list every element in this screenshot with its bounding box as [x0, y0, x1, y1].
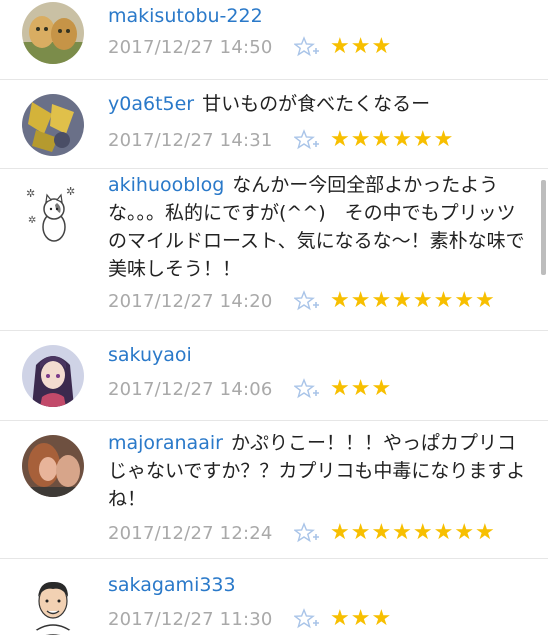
comment-timestamp[interactable]: 2017/12/27 14:20 [108, 291, 273, 312]
scrollbar[interactable] [541, 180, 546, 275]
comment-item: y0a6t5er 甘いものが食べたくなるー 2017/12/27 14:31 ★★… [0, 80, 548, 169]
username[interactable]: akihuooblog [108, 174, 224, 196]
comment-item: majoranaair かぷりこー！！！やっぱカプリコじゃないですか？？カプリコも… [0, 421, 548, 559]
user-avatar[interactable] [22, 345, 84, 407]
user-avatar[interactable] [22, 94, 84, 156]
user-avatar[interactable]: ✲ ✲ ✲ [22, 183, 84, 245]
comment-item: ✲ ✲ ✲ akihuooblog なんかー今回全部よかったような。。。私的にです… [0, 169, 548, 331]
man-avatar-icon [22, 573, 84, 635]
add-star-icon[interactable] [294, 608, 320, 632]
comment-timestamp[interactable]: 2017/12/27 14:50 [108, 37, 273, 58]
username[interactable]: sakuyaoi [108, 344, 192, 366]
user-avatar[interactable] [22, 435, 84, 497]
comment-timestamp[interactable]: 2017/12/27 14:06 [108, 379, 273, 400]
comment-timestamp[interactable]: 2017/12/27 11:30 [108, 609, 273, 630]
comment-item: sakuyaoi 2017/12/27 14:06 ★★★ [0, 331, 548, 421]
username[interactable]: majoranaair [108, 432, 223, 454]
star-rating[interactable]: ★★★★★★★★ [330, 520, 496, 545]
comment-timestamp[interactable]: 2017/12/27 12:24 [108, 523, 273, 544]
user-avatar[interactable] [22, 573, 84, 635]
add-star-icon[interactable] [294, 378, 320, 402]
cat-avatar-icon: ✲ ✲ ✲ [22, 183, 84, 245]
dogs-avatar-icon [22, 2, 84, 64]
user-avatar[interactable] [22, 2, 84, 64]
star-rating[interactable]: ★★★ [330, 606, 392, 631]
svg-text:✲: ✲ [66, 185, 75, 198]
add-star-icon[interactable] [294, 129, 320, 153]
star-rating[interactable]: ★★★★★★ [330, 127, 454, 152]
star-rating[interactable]: ★★★★★★★★ [330, 288, 496, 313]
comment-item: sakagami333 2017/12/27 11:30 ★★★ [0, 559, 548, 640]
pattern-avatar-icon [22, 94, 84, 156]
username[interactable]: y0a6t5er [108, 93, 194, 115]
comment-timestamp[interactable]: 2017/12/27 14:31 [108, 130, 273, 151]
svg-text:✲: ✲ [26, 187, 35, 200]
photo-avatar-icon [22, 435, 84, 497]
username[interactable]: sakagami333 [108, 574, 236, 596]
anime-avatar-icon [22, 345, 84, 407]
star-rating[interactable]: ★★★ [330, 376, 392, 401]
comment-item: makisutobu-222 2017/12/27 14:50 ★★★ [0, 0, 548, 80]
star-rating[interactable]: ★★★ [330, 34, 392, 59]
comment-text: 甘いものが食べたくなるー [202, 93, 431, 115]
add-star-icon[interactable] [294, 290, 320, 314]
add-star-icon[interactable] [294, 36, 320, 60]
username[interactable]: makisutobu-222 [108, 5, 263, 27]
comment-feed: makisutobu-222 2017/12/27 14:50 ★★★ y0a6… [0, 0, 548, 640]
add-star-icon[interactable] [294, 522, 320, 546]
svg-text:✲: ✲ [28, 215, 36, 226]
